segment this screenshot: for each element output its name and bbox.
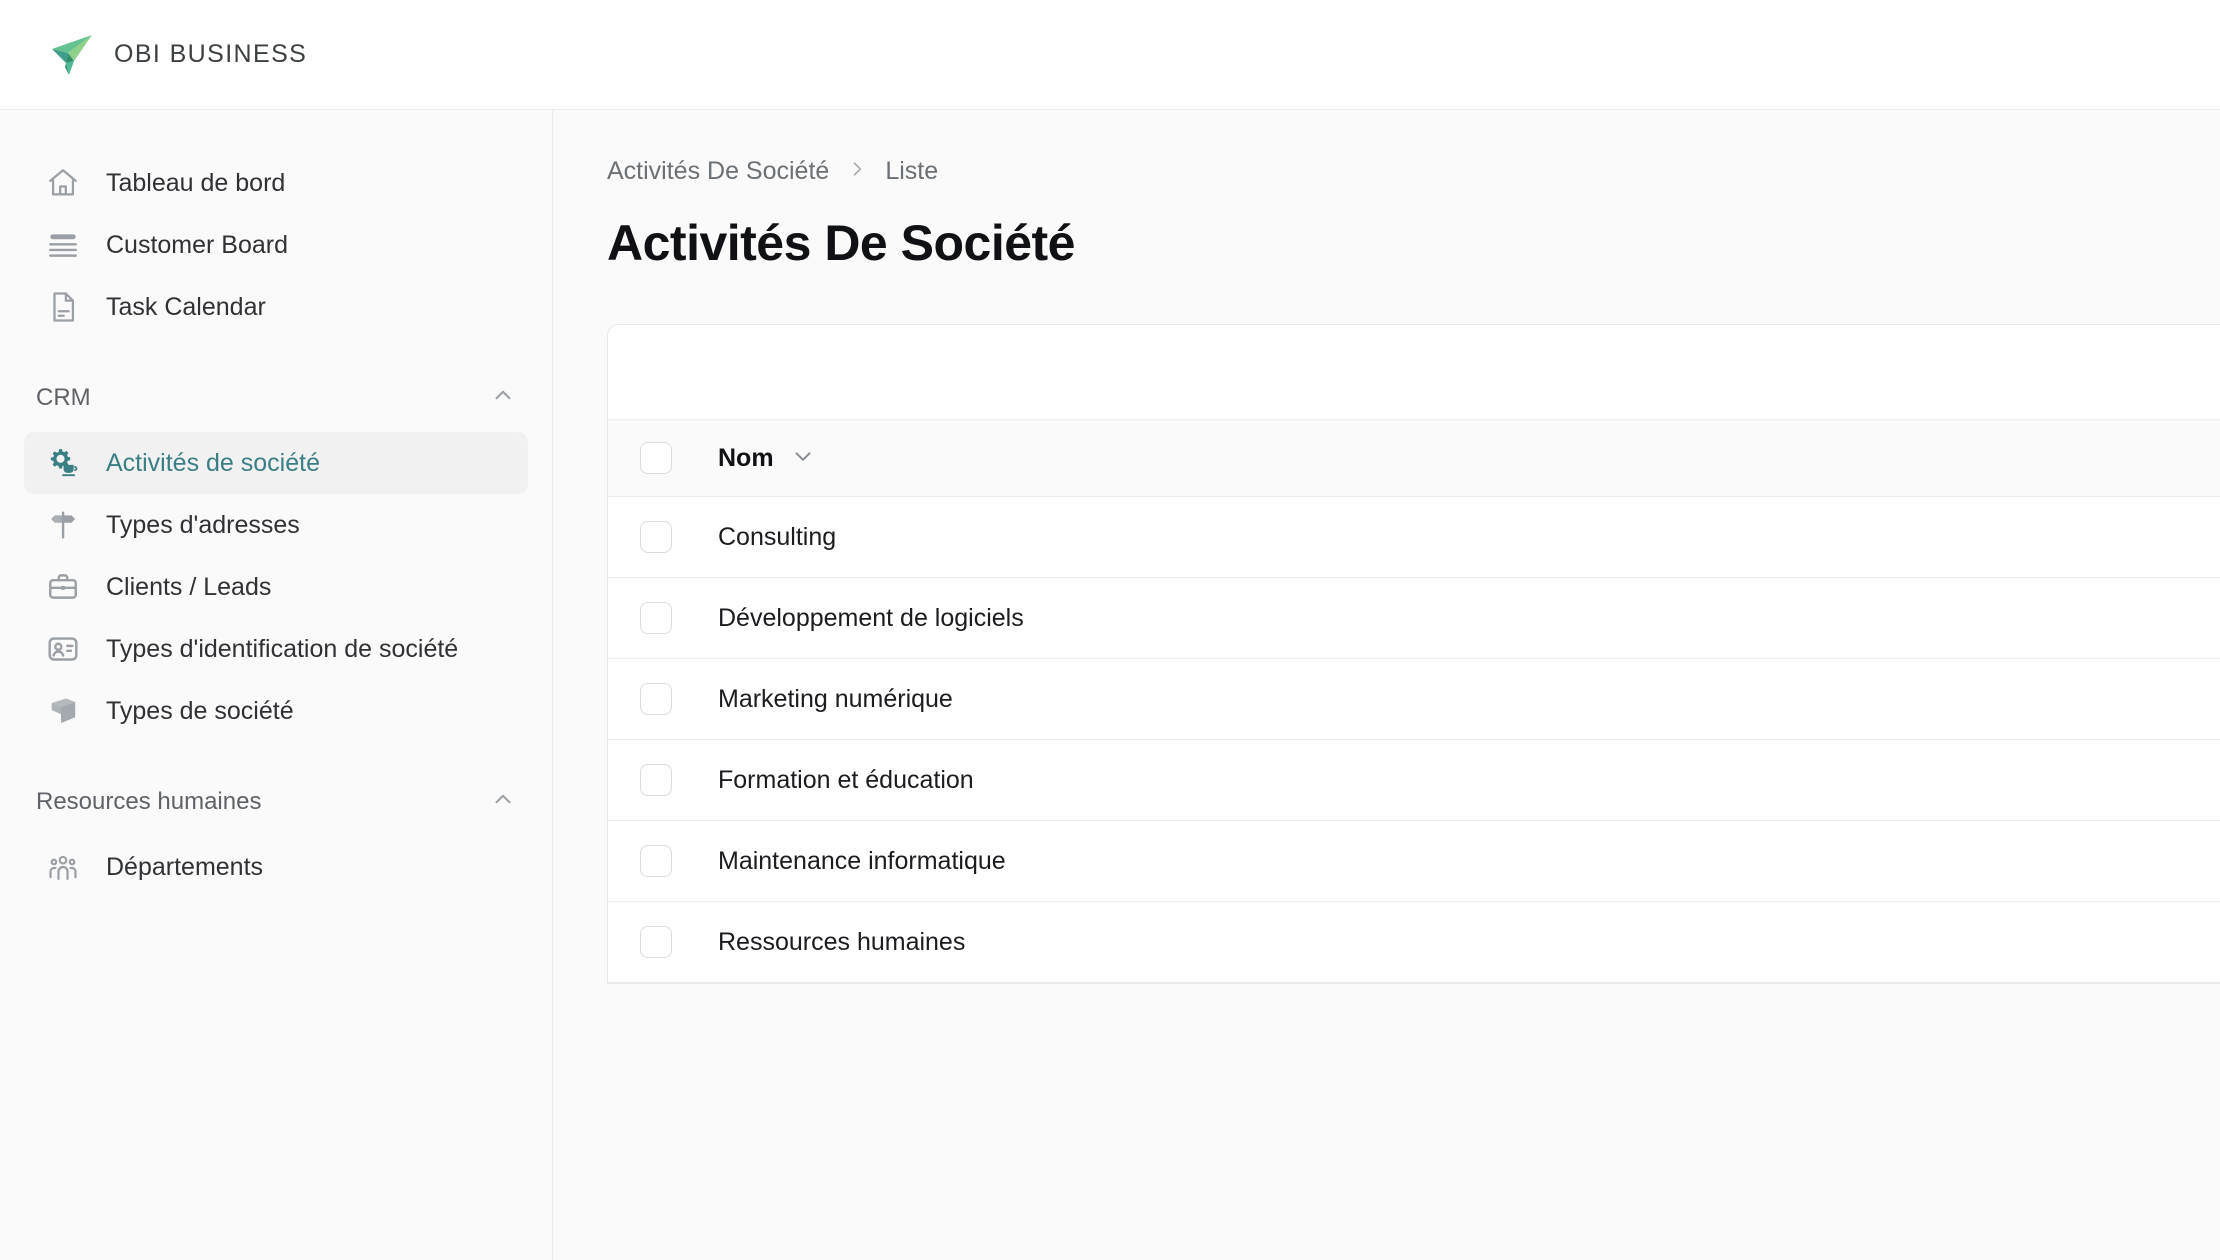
column-header-label: Nom [718, 443, 774, 472]
sidebar-item-label: Types d'adresses [106, 510, 300, 539]
chevron-up-icon[interactable] [490, 382, 516, 415]
row-cell-nom: Formation et éducation [718, 765, 974, 794]
briefcase-icon [46, 570, 80, 604]
document-icon [46, 290, 80, 324]
table-header-row: Nom [608, 419, 2220, 497]
breadcrumb-root[interactable]: Activités De Société [607, 157, 829, 186]
select-all-checkbox[interactable] [640, 442, 672, 474]
row-cell-nom: Maintenance informatique [718, 846, 1006, 875]
sidebar-item-label: Activités de société [106, 448, 320, 477]
chevron-up-icon[interactable] [490, 786, 516, 819]
main-content: Activités De Société Liste Activités De … [553, 110, 2220, 1260]
sidebar-section-resources-humaines[interactable]: Resources humaines [24, 776, 528, 828]
row-cell-nom: Marketing numérique [718, 684, 953, 713]
table-row[interactable]: Ressources humaines [608, 902, 2220, 983]
sidebar-item-types-didentification-de-societe[interactable]: Types d'identification de société [24, 618, 528, 680]
sidebar-item-label: Types de société [106, 696, 294, 725]
board-icon [46, 228, 80, 262]
page-title: Activités De Société [607, 215, 1075, 271]
sidebar-item-customer-board[interactable]: Customer Board [24, 214, 528, 276]
table-row[interactable]: Consulting [608, 497, 2220, 578]
sidebar-item-label: Task Calendar [106, 292, 266, 321]
table-row[interactable]: Formation et éducation [608, 740, 2220, 821]
breadcrumb-current[interactable]: Liste [885, 157, 938, 186]
row-cell-nom: Consulting [718, 522, 837, 551]
row-checkbox[interactable] [640, 926, 672, 958]
paper-plane-icon [48, 31, 96, 79]
sidebar-item-task-calendar[interactable]: Task Calendar [24, 276, 528, 338]
sidebar: Tableau de bord Customer Board Task Cale… [0, 110, 553, 1260]
sidebar-item-label: Départements [106, 852, 264, 881]
column-header-nom[interactable]: Nom [672, 443, 816, 474]
table-row[interactable]: Marketing numérique [608, 659, 2220, 740]
row-checkbox[interactable] [640, 521, 672, 553]
sidebar-item-label: Tableau de bord [106, 168, 286, 197]
box-icon [46, 694, 80, 728]
people-group-icon [46, 850, 80, 884]
sidebar-item-clients-leads[interactable]: Clients / Leads [24, 556, 528, 618]
gear-cup-icon [46, 446, 80, 480]
sidebar-item-label: Customer Board [106, 230, 289, 259]
row-cell-nom: Ressources humaines [718, 927, 966, 956]
row-checkbox[interactable] [640, 764, 672, 796]
app-header: OBI BUSINESS [0, 0, 2220, 110]
sidebar-section-label: CRM [36, 384, 91, 411]
app-body: Tableau de bord Customer Board Task Cale… [0, 110, 2220, 1260]
row-cell-nom: Développement de logiciels [718, 603, 1024, 632]
home-icon [46, 166, 80, 200]
chevron-right-icon [847, 157, 867, 186]
sidebar-item-tableau-de-bord[interactable]: Tableau de bord [24, 152, 528, 214]
sidebar-item-label: Clients / Leads [106, 572, 272, 601]
data-table-card: Nom Consulting Développement de logiciel… [607, 324, 2220, 984]
sidebar-item-types-de-societe[interactable]: Types de société [24, 680, 528, 742]
sidebar-section-label: Resources humaines [36, 788, 262, 815]
sidebar-item-label: Types d'identification de société [106, 634, 459, 663]
table-row[interactable]: Maintenance informatique [608, 821, 2220, 902]
brand-logo[interactable]: OBI BUSINESS [48, 31, 307, 79]
sidebar-item-activites-de-societe[interactable]: Activités de société [24, 432, 528, 494]
row-checkbox[interactable] [640, 602, 672, 634]
sidebar-section-crm[interactable]: CRM [24, 372, 528, 424]
row-checkbox[interactable] [640, 683, 672, 715]
row-checkbox[interactable] [640, 845, 672, 877]
table-row[interactable]: Développement de logiciels [608, 578, 2220, 659]
signpost-icon [46, 508, 80, 542]
table-toolbar [608, 325, 2220, 419]
breadcrumb: Activités De Société Liste [607, 154, 2220, 188]
id-card-icon [46, 632, 80, 666]
sidebar-item-types-dadresses[interactable]: Types d'adresses [24, 494, 528, 556]
chevron-down-icon[interactable] [774, 443, 816, 474]
brand-name: OBI BUSINESS [114, 40, 308, 68]
sidebar-item-departements[interactable]: Départements [24, 836, 528, 898]
